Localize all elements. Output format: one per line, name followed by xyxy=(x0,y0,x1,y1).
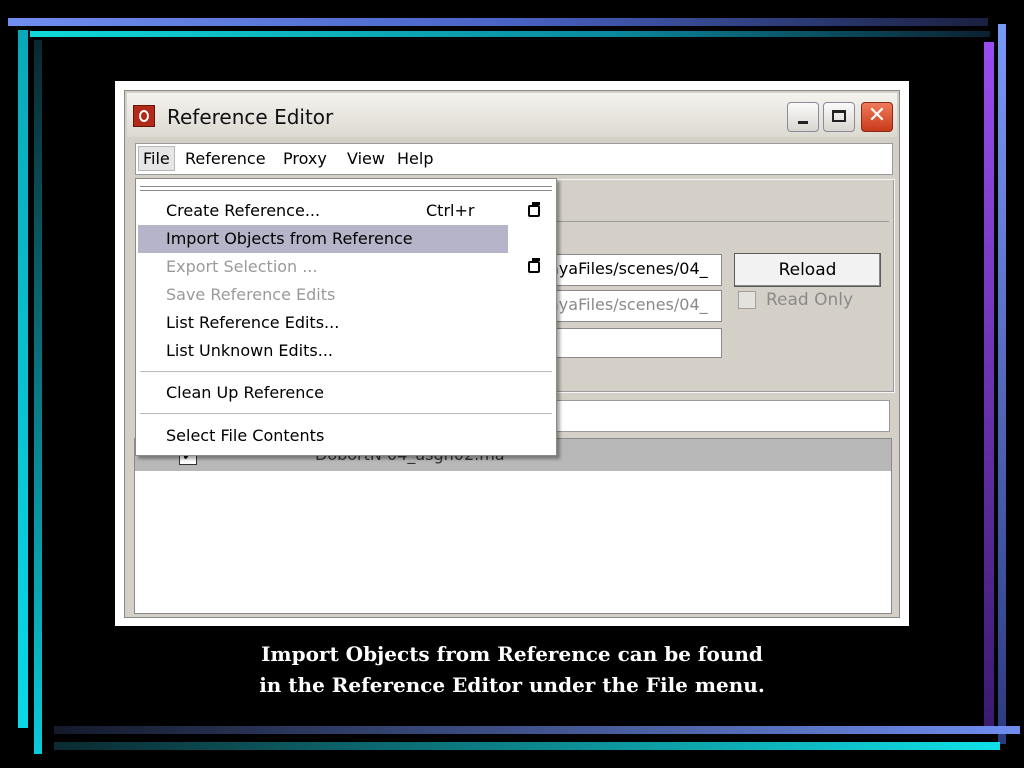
menu-view[interactable]: View xyxy=(344,147,388,170)
decor-bar-bottom xyxy=(54,726,1020,734)
menu-help[interactable]: Help xyxy=(394,147,436,170)
option-box-icon[interactable] xyxy=(528,202,540,217)
decor-bar-top-cyan xyxy=(30,31,990,37)
tear-off-line[interactable] xyxy=(140,186,552,187)
menu-item-create-reference[interactable]: Create Reference... xyxy=(166,201,320,220)
menu-separator xyxy=(140,371,552,373)
file-menu-dropdown: Create Reference... Ctrl+r Import Object… xyxy=(135,178,557,456)
reference-filter-field[interactable] xyxy=(554,400,890,432)
menu-item-clean-up-reference[interactable]: Clean Up Reference xyxy=(166,383,324,402)
menu-item-list-reference-edits[interactable]: List Reference Edits... xyxy=(166,313,339,332)
slide-caption: Import Objects from Reference can be fou… xyxy=(0,639,1024,701)
close-icon: ✕ xyxy=(867,103,887,128)
menu-item-select-file-contents[interactable]: Select File Contents xyxy=(166,426,324,445)
menu-item-list-unknown-edits[interactable]: List Unknown Edits... xyxy=(166,341,333,360)
menu-item-save-reference-edits[interactable]: Save Reference Edits xyxy=(166,285,335,304)
title-bar[interactable]: Reference Editor ✕ xyxy=(127,93,897,137)
menu-item-import-objects-from-reference[interactable]: Import Objects from Reference xyxy=(166,229,413,248)
reference-list: ✔ DobortN 04_asgn02.ma xyxy=(134,438,892,614)
decor-bar-left xyxy=(18,30,28,728)
unresolved-path-field[interactable]: ayaFiles/scenes/04_ xyxy=(544,254,722,286)
option-box-icon[interactable] xyxy=(528,258,540,273)
read-only-label: Read Only xyxy=(766,290,854,310)
decor-bar-bottom-cyan xyxy=(54,742,1000,750)
read-only-checkbox[interactable] xyxy=(738,291,756,309)
reload-button[interactable]: Reload xyxy=(734,253,881,287)
shortcut-label: Ctrl+r xyxy=(426,201,475,220)
menu-item-export-selection[interactable]: Export Selection ... xyxy=(166,257,318,276)
resolved-path-field: ayaFiles/scenes/04_ xyxy=(544,290,722,322)
menu-proxy[interactable]: Proxy xyxy=(280,147,330,170)
decor-bar-top xyxy=(8,18,988,26)
decor-bar-right-purple xyxy=(984,42,994,726)
decor-bar-right xyxy=(998,24,1006,744)
caption-line-2: in the Reference Editor under the File m… xyxy=(259,673,765,697)
menu-bar: File Reference Proxy View Help xyxy=(135,143,893,175)
caption-line-1: Import Objects from Reference can be fou… xyxy=(261,642,763,666)
maximize-button[interactable] xyxy=(823,102,855,132)
menu-separator xyxy=(140,413,552,415)
menu-file[interactable]: File xyxy=(138,146,175,171)
tear-off-line-2 xyxy=(140,190,552,191)
maya-app-icon xyxy=(133,105,155,127)
menu-reference[interactable]: Reference xyxy=(182,147,269,170)
namespace-field[interactable] xyxy=(544,328,722,358)
minimize-button[interactable] xyxy=(787,102,819,132)
window-title: Reference Editor xyxy=(167,105,334,129)
close-button[interactable]: ✕ xyxy=(861,102,893,132)
